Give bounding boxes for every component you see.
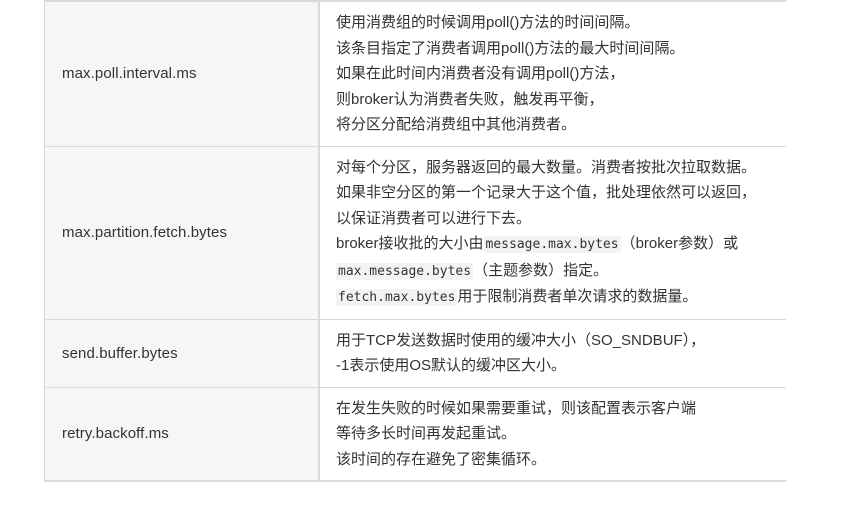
description-line: 如果在此时间内消费者没有调用poll()方法， — [336, 61, 786, 87]
table-row: retry.backoff.ms 在发生失败的时候如果需要重试，则该配置表示客户端… — [44, 387, 786, 481]
config-key-cell: max.partition.fetch.bytes — [44, 146, 320, 319]
config-key-cell: send.buffer.bytes — [44, 319, 320, 387]
inline-code: message.max.bytes — [483, 236, 621, 253]
config-description-cell: 在发生失败的时候如果需要重试，则该配置表示客户端 等待多长时间再发起重试。该时间的… — [319, 387, 786, 481]
config-key: retry.backoff.ms — [62, 425, 169, 443]
description-line: max.message.bytes （主题参数）指定。 — [336, 258, 786, 285]
config-description-cell: 用于TCP发送数据时使用的缓冲大小（SO_SNDBUF）， -1表示使用OS默认的… — [319, 319, 786, 387]
table-row: max.poll.interval.ms 使用消费组的时候调用poll()方法的时… — [44, 1, 786, 146]
inline-code: max.message.bytes — [336, 262, 474, 280]
config-key-cell: max.poll.interval.ms — [44, 1, 320, 146]
description-text: 用于TCP发送数据时使用的缓冲大小（SO_SNDBUF）， — [336, 331, 706, 349]
description-text: 该时间的存在避免了密集循环。 — [336, 450, 547, 468]
description-line: -1表示使用OS默认的缓冲区大小。 — [336, 353, 786, 379]
config-table-body: max.poll.interval.ms 使用消费组的时候调用poll()方法的时… — [44, 1, 786, 481]
config-key: max.poll.interval.ms — [62, 65, 197, 83]
description-text: 使用消费组的时候调用poll()方法的时间间隔。 — [336, 14, 640, 31]
description-text: 在发生失败的时候如果需要重试，则该配置表示客户端 — [336, 399, 697, 417]
description-line: 该条目指定了消费者调用poll()方法的最大时间间隔。 — [336, 36, 786, 62]
description-line: 以保证消费者可以进行下去。 — [336, 206, 786, 232]
description-line: 将分区分配给消费组中其他消费者。 — [336, 112, 786, 138]
description-line: fetch.max.bytes 用于限制消费者单次请求的数据量。 — [336, 284, 786, 311]
config-description-cell: 使用消费组的时候调用poll()方法的时间间隔。该条目指定了消费者调用poll(… — [319, 1, 786, 146]
table-row: max.partition.fetch.bytes 对每个分区，服务器返回的最大数… — [44, 146, 786, 319]
description-text: -1表示使用OS默认的缓冲区大小。 — [336, 357, 567, 374]
description-text: 如果非空分区的第一个记录大于这个值，批处理依然可以返回， — [336, 184, 757, 201]
config-table: max.poll.interval.ms 使用消费组的时候调用poll()方法的时… — [44, 0, 786, 482]
config-key: send.buffer.bytes — [62, 344, 178, 362]
description-text: 等待多长时间再发起重试。 — [336, 425, 517, 442]
description-line: 对每个分区，服务器返回的最大数量。消费者按批次拉取数据。 — [336, 155, 786, 181]
description-text: （broker参数）或 — [620, 235, 739, 252]
description-line: 该时间的存在避免了密集循环。 — [336, 447, 786, 473]
description-text: 用于限制消费者单次请求的数据量。 — [457, 288, 698, 305]
description-line: broker接收批的大小由 message.max.bytes （broker参数）… — [336, 231, 786, 258]
description-line: 则broker认为消费者失败，触发再平衡， — [336, 87, 786, 113]
config-table-container: max.poll.interval.ms 使用消费组的时候调用poll()方法的时… — [44, 0, 786, 482]
config-key: max.partition.fetch.bytes — [62, 224, 228, 241]
description-text: （主题参数）指定。 — [473, 261, 609, 279]
description-line: 如果非空分区的第一个记录大于这个值，批处理依然可以返回， — [336, 180, 786, 206]
description-line: 使用消费组的时候调用poll()方法的时间间隔。 — [336, 10, 786, 36]
description-text: 该条目指定了消费者调用poll()方法的最大时间间隔。 — [336, 39, 685, 57]
inline-code: fetch.max.bytes — [336, 289, 458, 306]
description-line: 用于TCP发送数据时使用的缓冲大小（SO_SNDBUF）， — [336, 328, 786, 354]
description-text: broker接收批的大小由 — [336, 235, 484, 252]
config-description-cell: 对每个分区，服务器返回的最大数量。消费者按批次拉取数据。 如果非空分区的第一个记录… — [319, 146, 786, 319]
description-text: 以保证消费者可以进行下去。 — [336, 209, 532, 227]
table-row: send.buffer.bytes 用于TCP发送数据时使用的缓冲大小（SO_SN… — [44, 319, 786, 387]
description-text: 对每个分区，服务器返回的最大数量。消费者按批次拉取数据。 — [336, 158, 757, 176]
description-text: 则broker认为消费者失败，触发再平衡， — [336, 90, 604, 108]
description-line: 在发生失败的时候如果需要重试，则该配置表示客户端 — [336, 396, 786, 422]
description-line: 等待多长时间再发起重试。 — [336, 421, 786, 447]
description-text: 将分区分配给消费组中其他消费者。 — [336, 116, 577, 133]
config-key-cell: retry.backoff.ms — [44, 387, 320, 481]
description-text: 如果在此时间内消费者没有调用poll()方法， — [336, 65, 625, 82]
